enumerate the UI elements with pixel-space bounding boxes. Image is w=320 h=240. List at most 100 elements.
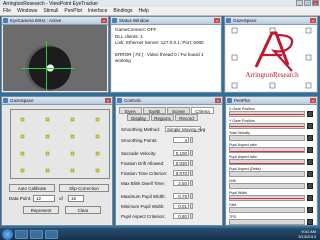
- status-error-line: working: [115, 58, 131, 63]
- spin-button[interactable]: [190, 170, 193, 176]
- status-text: GameConnect: OFF DLL clients: 1 Link: Et…: [112, 25, 220, 91]
- menu-penplot[interactable]: PenPlot: [61, 8, 85, 14]
- param-field[interactable]: 0.100: [173, 150, 189, 156]
- tab-scene[interactable]: Scene: [167, 107, 190, 114]
- tab-eyeb[interactable]: EyeB: [143, 107, 166, 114]
- spin-button[interactable]: [190, 160, 193, 166]
- controls-area: EyeA EyeB Scene Criteria Display Regions…: [117, 105, 221, 224]
- param-field[interactable]: 4: [173, 137, 189, 143]
- color-swatch[interactable]: [307, 219, 313, 225]
- slip-correction-button[interactable]: Slip-Correction: [59, 184, 109, 192]
- smoothing-method-select[interactable]: Simple Moving Avg: [165, 126, 205, 132]
- param-label: Saccade Velocity:: [121, 150, 157, 156]
- close-icon[interactable]: ×: [215, 98, 221, 103]
- auto-calibrate-button[interactable]: Auto Calibrate: [9, 184, 55, 192]
- param-label: Fixation Drift Allowed:: [121, 160, 165, 166]
- close-icon[interactable]: ×: [101, 18, 107, 23]
- close-icon[interactable]: ×: [214, 18, 220, 23]
- menu-bindings[interactable]: Bindings: [110, 8, 135, 14]
- data-point-label: Data Point:: [9, 196, 32, 201]
- window-icon: [226, 18, 231, 23]
- param-label: Pupil Aspect Criterion:: [121, 213, 166, 219]
- spin-button[interactable]: [190, 180, 193, 186]
- close-icon[interactable]: ×: [310, 98, 316, 103]
- color-swatch[interactable]: [307, 147, 313, 153]
- param-field[interactable]: 2.50: [173, 180, 189, 186]
- plot-trace: [229, 159, 305, 165]
- clear-button[interactable]: Clear: [65, 206, 101, 214]
- represent-button[interactable]: Represent: [23, 206, 59, 214]
- menu-interface[interactable]: Interface: [85, 8, 110, 14]
- window-icon: [112, 18, 117, 23]
- color-swatch[interactable]: [307, 159, 313, 165]
- logo-window: GazeSpace × ArringtonResearch: [224, 16, 318, 93]
- status-window: Status Window × GameConnect: OFF DLL clie…: [110, 16, 222, 93]
- taskbar-app-icon[interactable]: [45, 229, 58, 239]
- spin-button[interactable]: [190, 193, 193, 199]
- of-label: of: [59, 196, 63, 201]
- param-field[interactable]: 0.01: [173, 203, 189, 209]
- color-swatch[interactable]: [307, 171, 313, 177]
- param-field[interactable]: 0.80: [173, 213, 189, 219]
- tab-eyea[interactable]: EyeA: [119, 107, 142, 114]
- total-points-select[interactable]: 16: [68, 195, 84, 202]
- tab-record[interactable]: Record: [175, 114, 198, 121]
- tab-criteria[interactable]: Criteria: [191, 107, 214, 114]
- plot-trace: [229, 219, 305, 225]
- spin-button[interactable]: [190, 213, 193, 219]
- tab-display[interactable]: Display: [127, 114, 150, 121]
- menu-help[interactable]: Help: [136, 8, 152, 14]
- close-icon[interactable]: ×: [105, 98, 111, 103]
- param-field[interactable]: 0.070: [173, 170, 189, 176]
- gazespace-titlebar: GazeSpace ×: [2, 97, 112, 105]
- window-icon: [117, 98, 122, 103]
- close-icon[interactable]: ×: [310, 18, 316, 23]
- close-button[interactable]: ×: [312, 0, 319, 6]
- spin-button[interactable]: [190, 137, 193, 143]
- data-point-field[interactable]: 12: [33, 195, 55, 202]
- tab-regions[interactable]: Regions: [151, 114, 174, 121]
- menu-file[interactable]: File: [0, 8, 14, 14]
- controls-title: Controls: [124, 98, 141, 103]
- menu-stimuli[interactable]: Stimuli: [40, 8, 61, 14]
- eye-camera-title: EyeCamera 60Hz : Active: [10, 18, 62, 23]
- spin-button[interactable]: [190, 203, 193, 209]
- param-field[interactable]: 0.75: [173, 193, 189, 199]
- eye-video[interactable]: [3, 25, 107, 91]
- penplot-area: X Gaze Position Y Gaze Position Total Ve…: [227, 105, 316, 225]
- camera-icon: [3, 18, 8, 23]
- calibration-points: [20, 117, 100, 173]
- controls-titlebar: Controls ×: [116, 97, 222, 105]
- plot-trace: [229, 195, 305, 201]
- color-swatch[interactable]: [307, 111, 313, 117]
- param-label: Smoothing Points:: [121, 137, 158, 143]
- status-titlebar: Status Window ×: [111, 17, 221, 25]
- plot-trace: [229, 111, 305, 117]
- logo-title: GazeSpace: [233, 18, 257, 23]
- crosshair-horizontal: [21, 68, 75, 69]
- taskbar-app-icon[interactable]: [30, 229, 43, 239]
- calibration-grid[interactable]: [10, 109, 110, 179]
- window-controls: _ □ ×: [296, 0, 319, 6]
- param-label: Maximum Pupil Width:: [121, 193, 166, 199]
- app-title: ArringtonResearch - ViewPoint EyeTracker: [3, 0, 99, 7]
- color-swatch[interactable]: [307, 135, 313, 141]
- plot-trace: [229, 171, 305, 177]
- param-field[interactable]: 0.030: [173, 160, 189, 166]
- color-swatch[interactable]: [307, 123, 313, 129]
- system-clock[interactable]: 9:41 AM 3/13/2013: [298, 229, 316, 239]
- color-swatch[interactable]: [307, 195, 313, 201]
- spin-button[interactable]: [190, 150, 193, 156]
- logo-titlebar: GazeSpace ×: [225, 17, 317, 25]
- plot-trace: [229, 135, 305, 141]
- menu-bar: File Windows Stimuli PenPlot Interface B…: [0, 7, 320, 16]
- minimize-button[interactable]: _: [296, 0, 303, 6]
- window-icon: [3, 98, 8, 103]
- penplot-titlebar: PenPlot ×: [226, 97, 317, 105]
- color-swatch[interactable]: [307, 207, 313, 213]
- taskbar-app-icon[interactable]: [15, 229, 28, 239]
- start-button[interactable]: [2, 228, 13, 240]
- menu-windows[interactable]: Windows: [14, 8, 40, 14]
- maximize-button[interactable]: □: [304, 0, 311, 6]
- color-swatch[interactable]: [307, 183, 313, 189]
